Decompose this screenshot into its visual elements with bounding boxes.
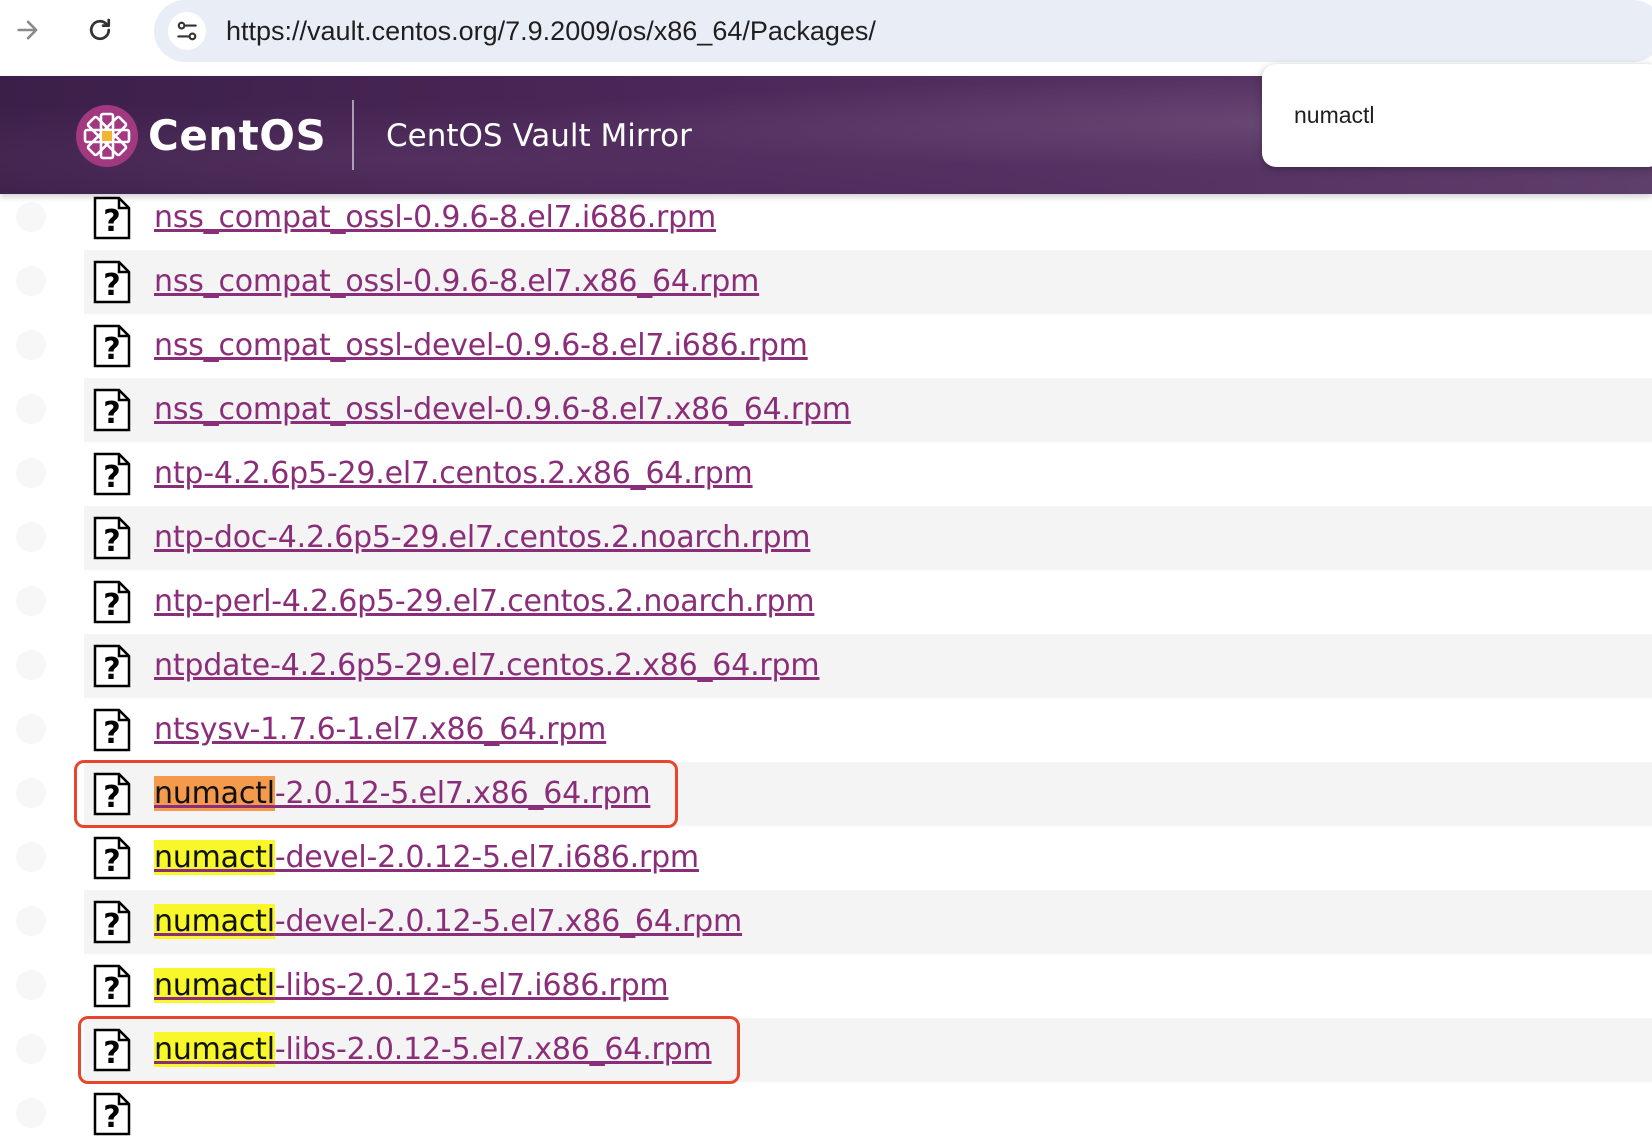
svg-text:?: ? xyxy=(103,396,120,431)
file-name-text: -devel-2.0.12-5.el7.i686.rpm xyxy=(274,840,699,875)
svg-text:?: ? xyxy=(103,1100,120,1135)
find-input[interactable]: numactl xyxy=(1294,64,1375,167)
svg-text:?: ? xyxy=(103,652,120,687)
arrow-forward-icon xyxy=(17,20,38,40)
file-listing: ? nss_compat_ossl-0.9.6-8.el7.i686.rpm? ns… xyxy=(0,186,1652,1146)
file-link[interactable]: numactl-devel-2.0.12-5.el7.x86_64.rpm xyxy=(154,890,742,954)
file-name-text: nss_compat_ossl-devel-0.9.6-8.el7.i686.r… xyxy=(154,328,808,363)
unknown-file-icon: ? xyxy=(92,580,132,624)
file-name-text: ntp-doc-4.2.6p5-29.el7.centos.2.noarch.r… xyxy=(154,520,811,555)
file-name-text: ntp-4.2.6p5-29.el7.centos.2.x86_64.rpm xyxy=(154,456,753,491)
file-link[interactable]: ntpdate-4.2.6p5-29.el7.centos.2.x86_64.r… xyxy=(154,634,820,698)
svg-text:?: ? xyxy=(103,844,120,879)
reload-button[interactable] xyxy=(76,6,124,54)
row-gutter-marker xyxy=(16,906,46,936)
file-name-text: nss_compat_ossl-0.9.6-8.el7.i686.rpm xyxy=(154,200,717,235)
unknown-file-icon: ? xyxy=(92,324,132,368)
file-name-text: ntsysv-1.7.6-1.el7.x86_64.rpm xyxy=(154,712,607,747)
file-name-text: -libs-2.0.12-5.el7.i686.rpm xyxy=(274,968,669,1003)
svg-text:?: ? xyxy=(103,972,120,1007)
unknown-file-icon: ? xyxy=(92,708,132,752)
unknown-file-icon: ? xyxy=(92,388,132,432)
row-gutter-marker xyxy=(16,522,46,552)
svg-text:?: ? xyxy=(103,332,120,367)
list-item: ? ntp-perl-4.2.6p5-29.el7.centos.2.noarch… xyxy=(16,570,1652,634)
row-gutter-marker xyxy=(16,394,46,424)
unknown-file-icon: ? xyxy=(92,900,132,944)
row-gutter-marker xyxy=(16,1034,46,1064)
highlight-annotation-box xyxy=(74,760,679,828)
svg-text:?: ? xyxy=(103,716,120,751)
file-name-text: nss_compat_ossl-0.9.6-8.el7.x86_64.rpm xyxy=(154,264,760,299)
row-gutter-marker xyxy=(16,650,46,680)
row-gutter-marker xyxy=(16,842,46,872)
svg-text:?: ? xyxy=(103,524,120,559)
list-item: ? xyxy=(16,1082,1652,1146)
row-gutter-marker xyxy=(16,586,46,616)
list-item: ? nss_compat_ossl-0.9.6-8.el7.x86_64.rpm xyxy=(16,250,1652,314)
unknown-file-icon: ? xyxy=(92,964,132,1008)
centos-logo-icon[interactable] xyxy=(76,105,138,167)
unknown-file-icon: ? xyxy=(92,452,132,496)
site-info-button[interactable] xyxy=(168,12,206,50)
row-gutter-marker xyxy=(16,202,46,232)
row-gutter-marker xyxy=(16,330,46,360)
unknown-file-icon: ? xyxy=(92,196,132,240)
file-link[interactable]: numactl-libs-2.0.12-5.el7.i686.rpm xyxy=(154,954,669,1018)
row-gutter-marker xyxy=(16,714,46,744)
list-item: ? ntp-4.2.6p5-29.el7.centos.2.x86_64.rpm xyxy=(16,442,1652,506)
list-item: ? nss_compat_ossl-0.9.6-8.el7.i686.rpm xyxy=(16,186,1652,250)
unknown-file-icon: ? xyxy=(92,260,132,304)
unknown-file-icon: ? xyxy=(92,516,132,560)
list-item: ? nss_compat_ossl-devel-0.9.6-8.el7.x86_6… xyxy=(16,378,1652,442)
svg-text:?: ? xyxy=(103,268,120,303)
file-name-text: ntp-perl-4.2.6p5-29.el7.centos.2.noarch.… xyxy=(154,584,815,619)
file-link[interactable]: ntp-4.2.6p5-29.el7.centos.2.x86_64.rpm xyxy=(154,442,753,506)
file-link[interactable]: nss_compat_ossl-0.9.6-8.el7.i686.rpm xyxy=(154,186,716,250)
unknown-file-icon: ? xyxy=(92,644,132,688)
header-title: CentOS Vault Mirror xyxy=(386,118,692,154)
search-match-highlight: numactl xyxy=(154,968,275,1003)
file-link[interactable]: nss_compat_ossl-devel-0.9.6-8.el7.x86_64… xyxy=(154,378,851,442)
svg-text:?: ? xyxy=(103,588,120,623)
file-link[interactable]: ntsysv-1.7.6-1.el7.x86_64.rpm xyxy=(154,698,606,762)
row-gutter-marker xyxy=(16,778,46,808)
svg-text:?: ? xyxy=(103,460,120,495)
list-item: ? ntsysv-1.7.6-1.el7.x86_64.rpm xyxy=(16,698,1652,762)
find-in-page-bar: numactl xyxy=(1262,64,1652,167)
tune-icon xyxy=(177,21,197,41)
file-link[interactable]: nss_compat_ossl-devel-0.9.6-8.el7.i686.r… xyxy=(154,314,808,378)
unknown-file-icon: ? xyxy=(92,1092,132,1136)
file-link[interactable]: ntp-doc-4.2.6p5-29.el7.centos.2.noarch.r… xyxy=(154,506,811,570)
file-name-text: ntpdate-4.2.6p5-29.el7.centos.2.x86_64.r… xyxy=(154,648,820,683)
list-item: ? ntp-doc-4.2.6p5-29.el7.centos.2.noarch.… xyxy=(16,506,1652,570)
search-match-highlight: numactl xyxy=(154,840,275,875)
row-gutter-marker xyxy=(16,266,46,296)
list-item: ? nss_compat_ossl-devel-0.9.6-8.el7.i686.… xyxy=(16,314,1652,378)
file-name-text: -devel-2.0.12-5.el7.x86_64.rpm xyxy=(274,904,743,939)
unknown-file-icon: ? xyxy=(92,836,132,880)
row-gutter-marker xyxy=(16,1098,46,1128)
svg-text:?: ? xyxy=(103,204,120,239)
search-match-highlight: numactl xyxy=(154,904,275,939)
file-name-text: nss_compat_ossl-devel-0.9.6-8.el7.x86_64… xyxy=(154,392,851,427)
file-link[interactable]: numactl-devel-2.0.12-5.el7.i686.rpm xyxy=(154,826,699,890)
forward-button[interactable] xyxy=(4,6,52,54)
list-item: ? numactl-libs-2.0.12-5.el7.i686.rpm xyxy=(16,954,1652,1018)
address-bar[interactable]: https://vault.centos.org/7.9.2009/os/x86… xyxy=(154,0,1652,62)
logo-text[interactable]: CentOS xyxy=(148,104,326,168)
list-item: ? numactl-devel-2.0.12-5.el7.x86_64.rpm xyxy=(16,890,1652,954)
list-item: ? ntpdate-4.2.6p5-29.el7.centos.2.x86_64.… xyxy=(16,634,1652,698)
url-text[interactable]: https://vault.centos.org/7.9.2009/os/x86… xyxy=(226,0,876,62)
row-gutter-marker xyxy=(16,970,46,1000)
row-gutter-marker xyxy=(16,458,46,488)
header-divider xyxy=(352,100,354,170)
svg-text:?: ? xyxy=(103,908,120,943)
list-item: ? numactl-devel-2.0.12-5.el7.i686.rpm xyxy=(16,826,1652,890)
file-link[interactable]: nss_compat_ossl-0.9.6-8.el7.x86_64.rpm xyxy=(154,250,759,314)
file-link[interactable]: ntp-perl-4.2.6p5-29.el7.centos.2.noarch.… xyxy=(154,570,815,634)
highlight-annotation-box xyxy=(78,1016,740,1084)
reload-icon xyxy=(89,18,111,41)
